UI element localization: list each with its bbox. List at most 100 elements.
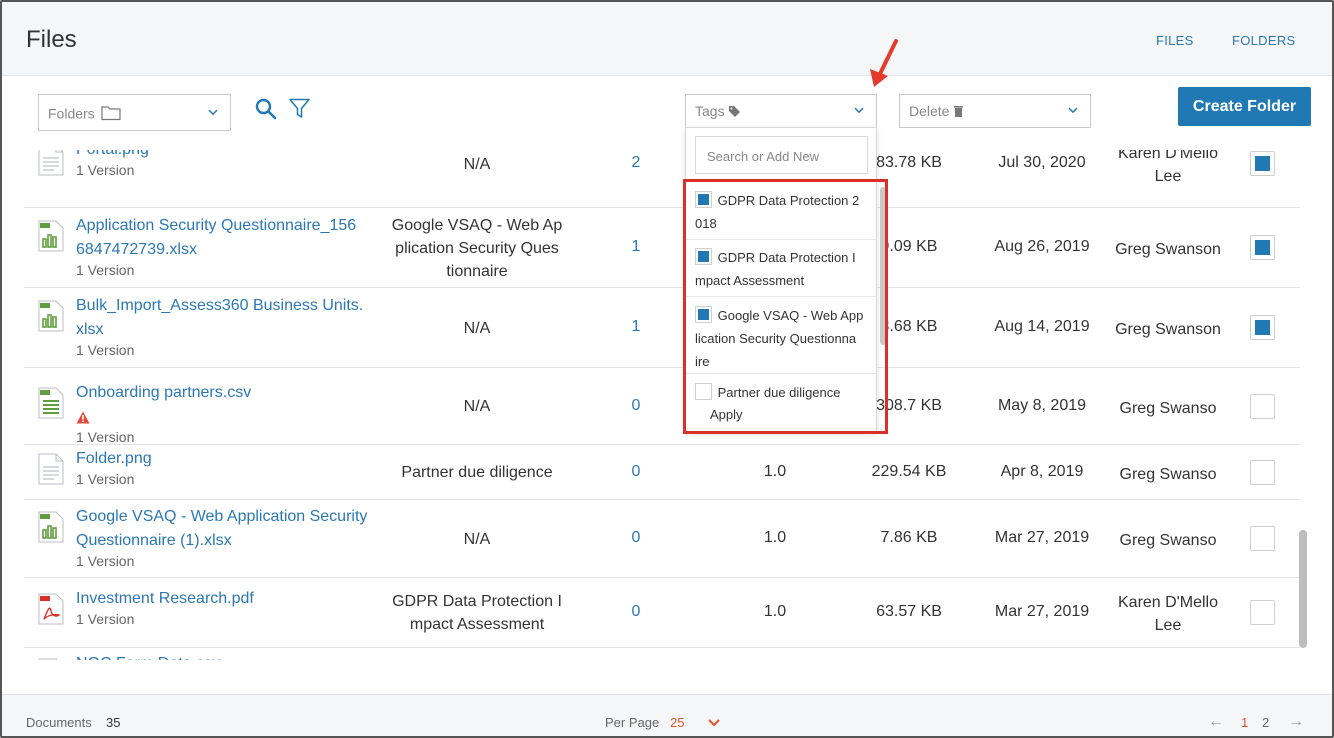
table-row[interactable]: Application Security Questionnaire_156 68… (24, 208, 1300, 288)
file-version-count: 1 Version (76, 162, 135, 178)
file-version-count: 1 Version (76, 611, 135, 627)
tag-count-link[interactable]: 0 (632, 603, 641, 621)
chevron-down-icon (208, 109, 218, 115)
documents-count: 35 (106, 715, 121, 730)
app-window: Files FILES FOLDERS Folders Tags Delete … (0, 0, 1334, 738)
page-1-link[interactable]: 1 (1241, 715, 1248, 730)
tag-count-link[interactable]: 0 (632, 463, 641, 481)
search-icon[interactable] (255, 98, 277, 120)
file-name-link[interactable]: NOC Form Data.csv (76, 652, 220, 660)
file-version-count: 1 Version (76, 553, 135, 569)
image-file-icon (38, 150, 64, 176)
file-owner: Greg Swanson (1115, 241, 1221, 258)
folders-select[interactable]: Folders (38, 94, 231, 131)
trash-icon (954, 106, 964, 117)
file-version-count: 1 Version (76, 470, 135, 487)
files-table: Portal.png1 VersionN/A283.78 KBJul 30, 2… (24, 150, 1300, 660)
row-checkbox[interactable] (1250, 151, 1275, 176)
annotation-arrow-icon (870, 39, 898, 87)
documents-label: Documents (26, 715, 92, 730)
file-date: Mar 27, 2019 (994, 603, 1090, 620)
table-row[interactable]: Onboarding partners.csv 1 Version N/A 0 308.… (24, 368, 1300, 445)
row-checkbox[interactable] (1250, 235, 1275, 260)
file-size: 229.54 KB (871, 462, 947, 480)
table-row[interactable]: NOC Form Data.csvN/A01.04.65 KBMar 27, 2… (24, 648, 1300, 660)
chevron-down-icon (1068, 107, 1078, 114)
file-size: 9.09 KB (880, 238, 938, 255)
per-page-label: Per Page (605, 715, 660, 730)
delete-select[interactable]: Delete (899, 94, 1091, 128)
files-tab-link[interactable]: FILES (1156, 33, 1194, 48)
table-row[interactable]: Portal.png1 Version N/A 2 83.78 KB Jul 30, 2… (24, 150, 1300, 208)
tag-count-link[interactable]: 1 (632, 238, 641, 256)
per-page-value[interactable]: 25 (670, 715, 684, 730)
file-name-link[interactable]: Portal.png (76, 150, 149, 162)
version-number: 1.0 (763, 529, 787, 546)
file-owner: Greg Swanso (1119, 465, 1217, 483)
file-size: 7.86 KB (880, 529, 938, 546)
version-number: 1.0 (763, 603, 787, 620)
tags-select[interactable]: Tags (685, 94, 877, 128)
tags-select-label: Tags (695, 103, 725, 119)
excel-file-icon (38, 511, 64, 543)
warning-icon (76, 411, 90, 423)
row-checkbox[interactable] (1250, 393, 1275, 419)
scrollbar-thumb[interactable] (1299, 530, 1307, 648)
file-name-link[interactable]: Folder.png (76, 447, 152, 471)
filter-icon[interactable] (289, 98, 310, 119)
excel-file-icon (38, 220, 64, 252)
file-tags: N/A (463, 155, 491, 173)
file-date: Jul 30, 2020 (998, 154, 1086, 171)
image-file-icon (38, 453, 64, 484)
row-checkbox[interactable] (1250, 600, 1275, 625)
tag-count-link[interactable]: 0 (632, 397, 641, 415)
page-title: Files (26, 26, 77, 53)
file-size: 83.78 KB (876, 154, 942, 171)
table-row[interactable]: Investment Research.pdf 1 Version GDPR Dat… (24, 578, 1300, 648)
file-tags: GDPR Data Protection Impact Assessment (392, 593, 562, 633)
file-tags: N/A (463, 530, 491, 548)
next-page-arrow[interactable]: → (1288, 713, 1304, 731)
table-scrollbar[interactable] (1298, 150, 1310, 660)
file-owner: Greg Swanso (1119, 532, 1217, 549)
file-date: Apr 8, 2019 (1000, 462, 1084, 480)
delete-select-label: Delete (909, 103, 950, 119)
pdf-file-icon (38, 593, 64, 625)
row-checkbox[interactable] (1250, 315, 1275, 340)
file-name-link[interactable]: Onboarding partners.csv (76, 381, 251, 405)
table-row[interactable]: Folder.png 1 Version Partner due diligence… (24, 445, 1300, 500)
row-checkbox[interactable] (1250, 459, 1275, 485)
row-checkbox[interactable] (1250, 526, 1275, 551)
file-version-count: 1 Version (76, 262, 135, 278)
table-row[interactable]: Bulk_Import_Assess360 Business Units. xls… (24, 288, 1300, 368)
prev-page-arrow[interactable]: ← (1208, 713, 1224, 731)
annotation-highlight-box (683, 179, 888, 434)
page-2-link[interactable]: 2 (1262, 715, 1269, 730)
file-name-link[interactable]: Investment Research.pdf (76, 587, 254, 611)
file-tags: Google VSAQ - Web Ap plication Security Q… (391, 216, 563, 280)
folders-select-label: Folders (48, 105, 95, 121)
tag-count-link[interactable]: 2 (632, 154, 641, 172)
csv-file-icon (38, 658, 58, 660)
tag-count-link[interactable]: 1 (632, 318, 641, 336)
tag-count-link[interactable]: 0 (632, 529, 641, 547)
table-row[interactable]: Google VSAQ - Web Application Security Qu… (24, 500, 1300, 578)
file-name-link[interactable]: Google VSAQ - Web Application Security Qu… (76, 505, 367, 553)
file-version-count: 1 Version (76, 428, 135, 445)
chevron-down-icon (854, 107, 864, 114)
file-owner: Karen D'Mello Lee (1118, 594, 1218, 634)
table-footer: Documents 35 Per Page 25 ← 1 2 → (2, 694, 1332, 736)
create-folder-button[interactable]: Create Folder (1178, 87, 1311, 126)
page-header: Files FILES FOLDERS (2, 2, 1332, 76)
folder-icon (100, 105, 121, 120)
file-date: Aug 14, 2019 (994, 318, 1090, 335)
tag-search-input[interactable]: Search or Add New (695, 136, 868, 174)
csv-file-icon (38, 387, 64, 418)
file-name-link[interactable]: Application Security Questionnaire_156 68… (76, 214, 356, 262)
folders-tab-link[interactable]: FOLDERS (1232, 33, 1296, 48)
file-name-link[interactable]: Bulk_Import_Assess360 Business Units. xls… (76, 294, 363, 342)
file-date: May 8, 2019 (997, 396, 1087, 414)
chevron-down-icon[interactable] (708, 719, 720, 727)
file-size: 63.57 KB (876, 603, 942, 620)
file-tags: N/A (463, 398, 491, 415)
